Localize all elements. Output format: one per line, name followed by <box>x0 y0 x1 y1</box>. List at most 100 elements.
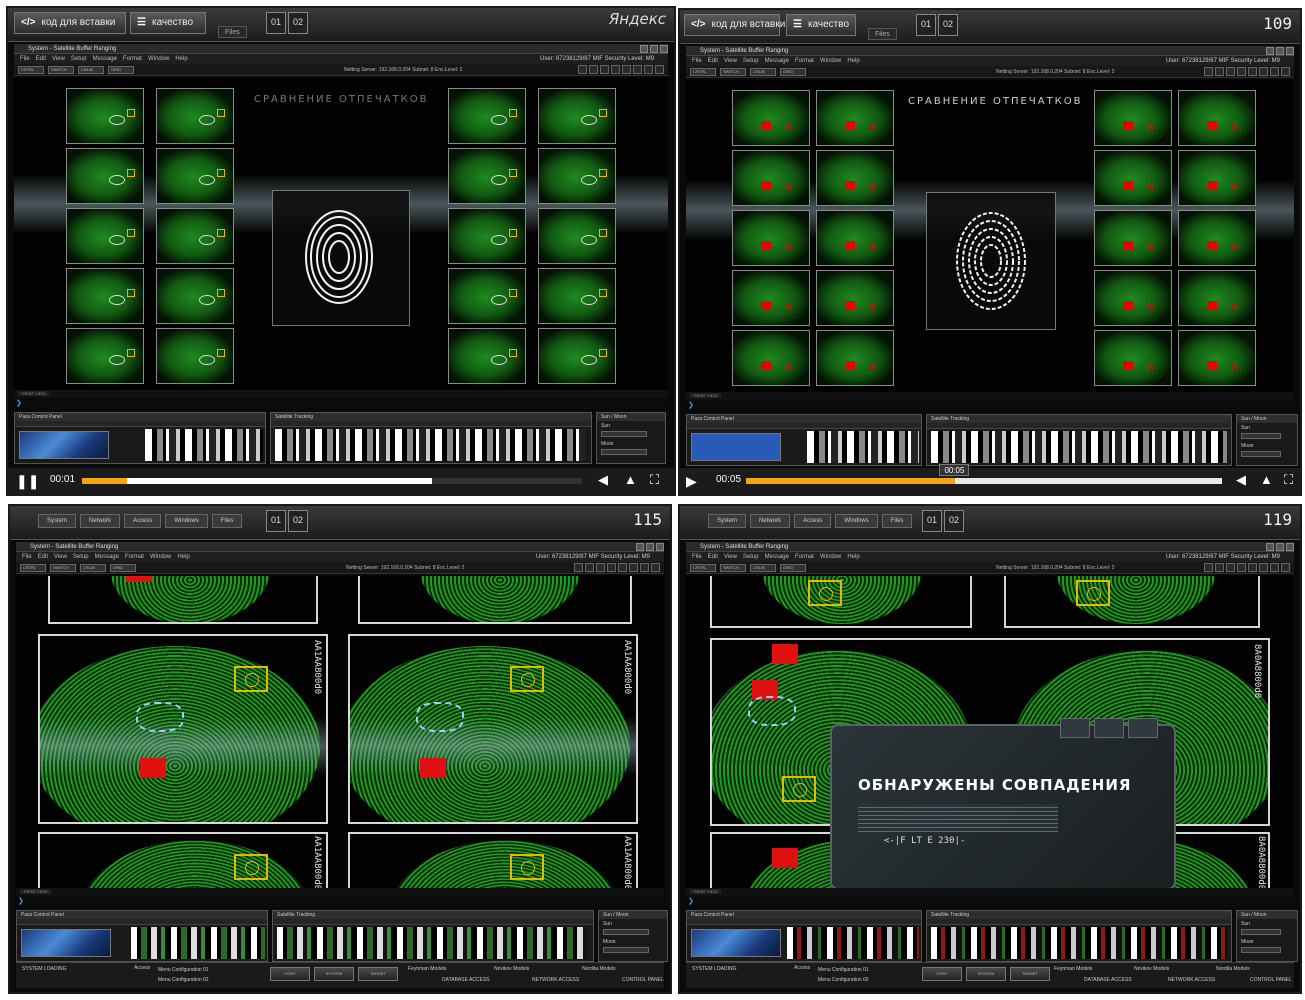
tool-icon[interactable] <box>578 65 587 74</box>
tool-icon[interactable] <box>1226 563 1235 572</box>
tool-icon[interactable] <box>611 65 620 74</box>
map-thumbnail[interactable] <box>691 929 781 957</box>
menu-setup[interactable]: Setup <box>73 554 89 560</box>
moon-field[interactable] <box>1241 451 1281 457</box>
fingerprint-cell[interactable] <box>1004 576 1260 628</box>
tool-icon[interactable] <box>1270 563 1279 572</box>
fingerprint-tile[interactable]: ✕ <box>1094 210 1172 266</box>
close-icon[interactable] <box>1286 543 1294 551</box>
tool-icon[interactable] <box>1281 563 1290 572</box>
map-thumbnail[interactable] <box>691 433 781 461</box>
files-tab[interactable]: Files <box>868 28 897 40</box>
workspace-01[interactable]: 01 <box>266 510 286 532</box>
menu-message[interactable]: Message <box>93 56 117 62</box>
tool-icon[interactable] <box>1259 67 1268 76</box>
alert-marker[interactable] <box>140 758 166 778</box>
fullscreen-icon[interactable]: ⛶ <box>1284 472 1293 488</box>
menu-setup[interactable]: Setup <box>743 554 759 560</box>
ctrl-dropdown[interactable]: CRTRL <box>20 564 46 572</box>
fingerprint-tile[interactable] <box>66 88 144 144</box>
fingerprint-tile[interactable] <box>448 208 526 264</box>
fingerprint-tile[interactable] <box>448 328 526 384</box>
menu-config-2[interactable]: Menu Configuration 02 <box>818 977 869 983</box>
control-panel-link[interactable]: CONTROL PANEL <box>1250 977 1292 983</box>
tool-icon[interactable] <box>1237 67 1246 76</box>
tab-access[interactable]: Access <box>794 514 832 528</box>
tool-icon[interactable] <box>1226 67 1235 76</box>
menu-file[interactable]: File <box>692 58 702 64</box>
fingerprint-tile[interactable]: ✕ <box>1094 150 1172 206</box>
maximize-icon[interactable] <box>1276 543 1284 551</box>
sun-field[interactable] <box>1241 929 1281 935</box>
tab-files[interactable]: Files <box>881 514 913 528</box>
fingerprint-cell[interactable]: AA1AA800d0 <box>348 832 638 888</box>
fingerprint-tile[interactable] <box>448 88 526 144</box>
menu-edit[interactable]: Edit <box>708 554 718 560</box>
fingerprint-cell[interactable] <box>358 576 632 624</box>
tool-icon[interactable] <box>629 563 638 572</box>
tool-icon[interactable] <box>633 65 642 74</box>
network-access[interactable]: NETWORK ACCESS <box>1168 977 1215 983</box>
database-access[interactable]: DATABASE ACCESS <box>442 977 490 983</box>
fingerprint-tile[interactable] <box>538 268 616 324</box>
fingerprint-cell[interactable] <box>48 576 318 624</box>
fingerprint-tile[interactable]: ✕ <box>816 210 894 266</box>
menu-config-1[interactable]: Menu Configuration 01 <box>818 967 869 973</box>
crlib-dropdown[interactable]: CRLIB <box>80 564 106 572</box>
target-button[interactable]: TARGET <box>358 967 398 981</box>
tab-system[interactable]: System <box>708 514 747 528</box>
map-thumbnail[interactable] <box>19 431 109 459</box>
minimize-icon[interactable] <box>1266 543 1274 551</box>
fingerprint-tile[interactable] <box>66 328 144 384</box>
tab-network[interactable]: Network <box>750 514 791 528</box>
workspace-02[interactable]: 02 <box>944 510 964 532</box>
tool-icon[interactable] <box>585 563 594 572</box>
novikov-models[interactable]: Novikov Models <box>1134 966 1169 972</box>
sun-field[interactable] <box>603 929 649 935</box>
fingerprint-tile[interactable]: ✕ <box>732 150 810 206</box>
volume-icon[interactable]: ◀ <box>1236 472 1246 488</box>
fingerprint-tile[interactable] <box>538 88 616 144</box>
workspace-02[interactable]: 02 <box>288 510 308 532</box>
moon-field[interactable] <box>601 449 647 455</box>
tab-access[interactable]: Access <box>124 514 162 528</box>
system-button[interactable]: SYSTEM <box>314 967 354 981</box>
cont-button[interactable]: CONT <box>922 967 962 981</box>
menu-help[interactable]: Help <box>177 554 189 560</box>
fingerprint-tile[interactable]: ✕ <box>1178 150 1256 206</box>
tool-icon[interactable] <box>1215 67 1224 76</box>
tool-icon[interactable] <box>1204 67 1213 76</box>
ctrl-dropdown[interactable]: CRTRL <box>690 68 716 76</box>
menu-format[interactable]: Format <box>795 58 814 64</box>
minimize-icon[interactable] <box>640 45 648 53</box>
menu-setup[interactable]: Setup <box>743 58 759 64</box>
fingerprint-tile[interactable]: ✕ <box>816 270 894 326</box>
menu-file[interactable]: File <box>20 56 30 62</box>
fingerprint-tile[interactable] <box>448 268 526 324</box>
fingerprint-tile[interactable] <box>156 148 234 204</box>
menu-window[interactable]: Window <box>148 56 169 62</box>
menu-format[interactable]: Format <box>123 56 142 62</box>
fingerprint-tile[interactable] <box>538 328 616 384</box>
pause-icon[interactable]: ❚❚ <box>16 472 39 490</box>
menu-view[interactable]: View <box>52 56 65 62</box>
tool-icon[interactable] <box>644 65 653 74</box>
tab-files[interactable]: Files <box>211 514 243 528</box>
workspace-01[interactable]: 01 <box>916 14 936 36</box>
fingerprint-tile[interactable] <box>156 208 234 264</box>
fingerprint-tile[interactable]: ✕ <box>816 150 894 206</box>
tool-icon[interactable] <box>1248 563 1257 572</box>
menu-file[interactable]: File <box>22 554 32 560</box>
grid-dropdown[interactable]: GRID <box>108 66 134 74</box>
fingerprint-tile[interactable]: ✕ <box>1178 90 1256 146</box>
fingerprint-tile[interactable]: ✕ <box>1178 270 1256 326</box>
crlib-dropdown[interactable]: CRLIB <box>750 68 776 76</box>
feynman-models[interactable]: Feynman Models <box>1054 966 1092 972</box>
ctrl-dropdown[interactable]: CRTRL <box>690 564 716 572</box>
quality-button[interactable]: ☰ качество <box>130 12 206 34</box>
target-button[interactable]: TARGET <box>1010 967 1050 981</box>
fingerprint-cell[interactable] <box>710 576 972 628</box>
menu-edit[interactable]: Edit <box>36 56 46 62</box>
novikov-models[interactable]: Novikov Models <box>494 966 529 972</box>
files-tab[interactable]: Files <box>218 26 247 38</box>
